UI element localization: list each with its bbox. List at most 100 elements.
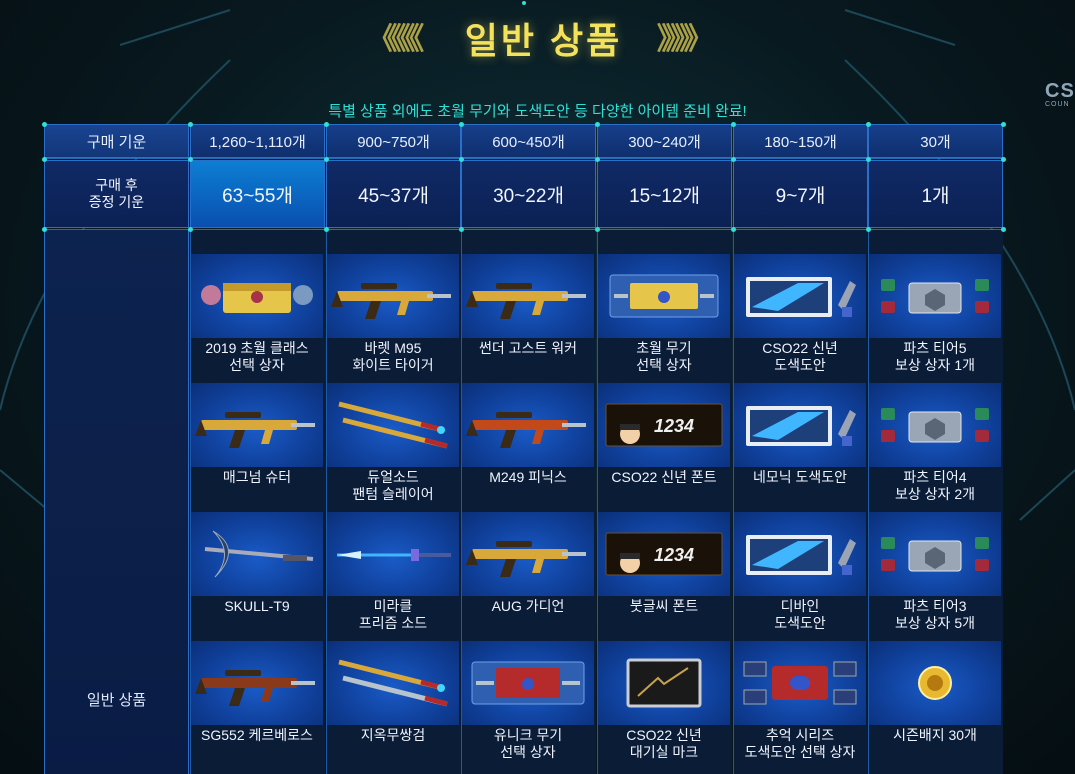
bonus-tier-cell: 15~12개	[597, 160, 732, 228]
reward-item: 네모닉 도색도안	[734, 383, 866, 511]
reward-item-label: 추억 시리즈 도색도안 선택 상자	[734, 727, 866, 761]
reward-item-label-line2: 보상 상자 2개	[895, 486, 975, 502]
weapon-box-icon	[598, 254, 730, 338]
paint-card-icon	[734, 383, 866, 467]
reward-item-label-line1: 듀얼소드	[367, 469, 419, 485]
reward-item: 추억 시리즈 도색도안 선택 상자	[734, 641, 866, 769]
red-weapon-box-icon	[462, 641, 594, 725]
purchase-tier-header: 30개	[868, 124, 1003, 158]
reward-item-label: 썬더 고스트 워커	[462, 340, 594, 357]
rifle-icon	[191, 641, 323, 725]
reward-item-label: 미라클 프리즘 소드	[327, 598, 459, 632]
svg-text:1234: 1234	[654, 545, 694, 565]
grid-node-dot	[324, 122, 329, 127]
reward-item-label-line1: 초월 무기	[636, 340, 692, 356]
reward-item-label-line1: CSO22 신년	[762, 340, 838, 356]
bonus-tier-cell: 9~7개	[733, 160, 868, 228]
reward-item-label-line2: 대기실 마크	[629, 744, 699, 760]
reward-item-label-line1: 파츠 티어5	[903, 340, 967, 356]
reward-item-label-line1: 지옥무쌍검	[360, 727, 426, 743]
heavy-rifle-icon	[462, 254, 594, 338]
reward-item-label-line1: SG552 케르베로스	[201, 727, 313, 743]
purchase-tier-header: 900~750개	[326, 124, 461, 158]
reward-item-label-line1: 썬더 고스트 워커	[479, 340, 577, 356]
grid-node-dot	[1001, 227, 1006, 232]
reward-item: CSO22 신년 대기실 마크	[598, 641, 730, 769]
reward-item-label-line2: 도색도안 선택 상자	[744, 744, 856, 760]
reward-item: 파츠 티어3 보상 상자 5개	[869, 512, 1001, 640]
grid-node-dot	[324, 157, 329, 162]
reward-item-label: 바렛 M95 화이트 타이거	[327, 340, 459, 374]
bonus-tier-cell: 30~22개	[461, 160, 596, 228]
reward-item: 디바인 도색도안	[734, 512, 866, 640]
reward-item-label: SKULL-T9	[191, 598, 323, 615]
grid-node-dot	[42, 122, 47, 127]
chevron-left-icon: 《《《《	[367, 23, 424, 56]
section-title: 《《《《 일반 상품 》》》》	[0, 12, 1075, 64]
reward-item-label: CSO22 신년 도색도안	[734, 340, 866, 374]
reward-item: SG552 케르베로스	[191, 641, 323, 769]
parts-box-icon	[869, 254, 1001, 338]
grid-node-dot	[459, 227, 464, 232]
reward-item-label-line2: 도색도안	[774, 615, 826, 631]
parts-box-icon	[869, 512, 1001, 596]
purchase-tier-header: 1,260~1,110개	[190, 124, 325, 158]
reward-item-label-line1: 시즌배지 30개	[893, 727, 977, 743]
reward-item-label-line2: 화이트 타이거	[352, 357, 434, 373]
brand-logo-text: CS	[1045, 80, 1075, 102]
reward-item-label-line1: 바렛 M95	[364, 340, 422, 356]
reward-item-label-line2: 선택 상자	[500, 744, 556, 760]
badge-coin-icon	[869, 641, 1001, 725]
lobby-mark-icon	[598, 641, 730, 725]
reward-item: M249 피닉스	[462, 383, 594, 511]
axe-icon	[191, 512, 323, 596]
reward-item: 파츠 티어5 보상 상자 1개	[869, 254, 1001, 382]
reward-item-label-line2: 팬텀 슬레이어	[352, 486, 434, 502]
reward-item-label: SG552 케르베로스	[191, 727, 323, 744]
reward-item-label-line2: 보상 상자 1개	[895, 357, 975, 373]
reward-item-label-line2: 보상 상자 5개	[895, 615, 975, 631]
section-label: 일반 상품	[86, 692, 147, 709]
bonus-tier-cell: 45~37개	[326, 160, 461, 228]
reward-item-label: 붓글씨 폰트	[598, 598, 730, 615]
dual-blade-icon	[327, 641, 459, 725]
reward-item-label: 지옥무쌍검	[327, 727, 459, 744]
purchase-tier-header: 180~150개	[733, 124, 868, 158]
reward-item-label-line1: 미라클	[373, 598, 413, 614]
grid-node-dot	[324, 227, 329, 232]
reward-item: 매그넘 슈터	[191, 383, 323, 511]
font-card-icon: 1234	[598, 383, 730, 467]
reward-item: AUG 가디언	[462, 512, 594, 640]
reward-table: 구매 기운 구매 후 증정 기운 일반 상품 1,260~1,110개 63~55…	[42, 122, 1006, 774]
font-card-icon: 1234	[598, 512, 730, 596]
grid-node-dot	[1001, 157, 1006, 162]
reward-item-label-line1: CSO22 신년	[626, 727, 702, 743]
reward-item-label-line1: 파츠 티어4	[903, 469, 967, 485]
grid-node-dot	[188, 157, 193, 162]
reward-item-label-line1: CSO22 신년 폰트	[611, 469, 717, 485]
reward-item: 지옥무쌍검	[327, 641, 459, 769]
reward-item: 썬더 고스트 워커	[462, 254, 594, 382]
red-paint-box-icon	[734, 641, 866, 725]
reward-item-label: CSO22 신년 폰트	[598, 469, 730, 486]
grid-node-dot	[188, 122, 193, 127]
section-subtitle: 특별 상품 외에도 초월 무기와 도색도안 등 다양한 아이템 준비 완료!	[328, 103, 747, 120]
reward-item-label-line1: SKULL-T9	[224, 598, 290, 614]
reward-item-label: 2019 초월 클래스 선택 상자	[191, 340, 323, 374]
assault-rifle-icon	[462, 512, 594, 596]
reward-item-label-line1: 2019 초월 클래스	[205, 340, 309, 356]
bonus-tier-cell: 1개	[868, 160, 1003, 228]
reward-item-label-line2: 도색도안	[774, 357, 826, 373]
grid-node-dot	[42, 227, 47, 232]
reward-item-label: 파츠 티어3 보상 상자 5개	[869, 598, 1001, 632]
reward-item-label: 네모닉 도색도안	[734, 469, 866, 486]
dual-sword-icon	[327, 383, 459, 467]
reward-item-label: CSO22 신년 대기실 마크	[598, 727, 730, 761]
reward-item-label-line1: M249 피닉스	[489, 469, 567, 485]
grid-node-dot	[595, 227, 600, 232]
reward-item-label: 디바인 도색도안	[734, 598, 866, 632]
reward-item: CSO22 신년 도색도안	[734, 254, 866, 382]
reward-item: 2019 초월 클래스 선택 상자	[191, 254, 323, 382]
reward-item-label-line1: 네모닉 도색도안	[752, 469, 848, 485]
grid-node-dot	[866, 157, 871, 162]
